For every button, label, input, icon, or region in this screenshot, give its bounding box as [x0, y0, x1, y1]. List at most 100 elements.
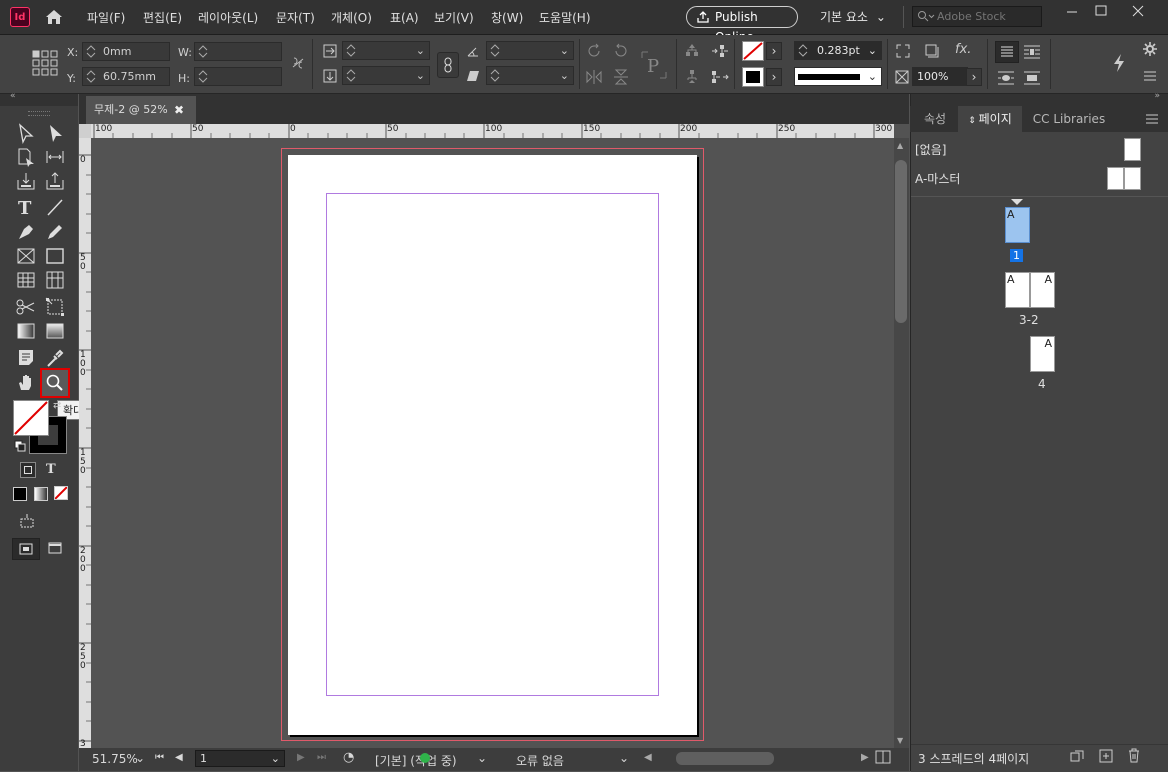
wrap-bounding-box-icon[interactable]	[1021, 42, 1043, 65]
last-page-icon[interactable]: ⏭	[317, 752, 326, 763]
spinner-icon[interactable]	[346, 43, 356, 58]
menu-table[interactable]: 표(A)	[390, 9, 419, 26]
width-field[interactable]	[194, 42, 282, 61]
none-master-thumbnail[interactable]	[1124, 138, 1141, 161]
page-4-label[interactable]: 4	[1038, 377, 1046, 391]
adobe-stock-search[interactable]	[912, 6, 1042, 27]
chevron-down-icon[interactable]: ⌄	[477, 751, 487, 765]
scroll-up-icon[interactable]: ▲	[897, 141, 903, 150]
next-page-icon[interactable]: ▶	[297, 752, 305, 763]
fill-menu-chevron-icon[interactable]: ›	[766, 42, 782, 60]
tab-pages[interactable]: ⇕ 페이지	[958, 106, 1022, 132]
free-transform-tool-icon[interactable]	[44, 296, 66, 318]
ruler-origin[interactable]	[79, 124, 91, 138]
settings-gear-icon[interactable]	[1143, 42, 1157, 59]
document-tab[interactable]: 무제-2 @ 52% ✖	[86, 96, 196, 124]
menu-view[interactable]: 보기(V)	[434, 9, 474, 26]
spinner-icon[interactable]	[490, 68, 500, 83]
horizontal-ruler[interactable]: 100 50 0 50 100 150 200 250 300	[91, 124, 894, 139]
select-container-icon[interactable]	[684, 43, 700, 62]
shear-angle-field[interactable]: ⌄	[486, 66, 574, 85]
previous-page-icon[interactable]: ◀	[175, 752, 183, 763]
collapse-icon[interactable]: «	[10, 91, 16, 101]
rotate-counterclockwise-icon[interactable]	[612, 42, 630, 63]
select-content-icon[interactable]	[684, 69, 700, 88]
drop-shadow-icon[interactable]	[924, 43, 940, 62]
preflight-profile[interactable]: [기본] (작업 중)	[375, 752, 457, 769]
rectangle-frame-tool-icon[interactable]	[15, 245, 37, 267]
menu-type[interactable]: 문자(T)	[276, 9, 315, 26]
chevron-down-icon[interactable]: ⌄	[416, 67, 425, 84]
rotate-clockwise-icon[interactable]	[585, 42, 603, 63]
corner-options-icon[interactable]	[895, 43, 911, 62]
panel-menu-icon[interactable]	[1143, 70, 1157, 85]
opacity-menu-chevron-icon[interactable]: ›	[966, 68, 982, 86]
spinner-icon[interactable]	[86, 69, 96, 84]
tab-cc-libraries[interactable]: CC Libraries	[1024, 106, 1114, 132]
preflight-icon[interactable]: ◔	[343, 750, 354, 765]
stroke-weight-field[interactable]: 0.283pt ⌄	[794, 41, 882, 60]
chevron-down-icon[interactable]: ⌄	[868, 68, 877, 85]
a-master-label[interactable]: A-마스터	[915, 170, 960, 187]
select-next-object-icon[interactable]	[710, 43, 730, 62]
pen-tool-icon[interactable]	[15, 221, 37, 243]
stroke-type-field[interactable]: ⌄	[794, 67, 882, 86]
rotation-angle-field[interactable]: ⌄	[486, 41, 574, 60]
spinner-icon[interactable]	[198, 69, 208, 84]
spread-2-3-label[interactable]: 3-2	[1019, 313, 1039, 327]
grid-layout-tool-icon[interactable]	[44, 269, 66, 291]
line-tool-icon[interactable]	[44, 196, 66, 218]
screen-mode-normal-icon[interactable]	[12, 538, 40, 560]
zoom-level[interactable]: 51.75%	[92, 752, 138, 766]
drag-handle[interactable]	[28, 111, 50, 116]
home-icon[interactable]	[44, 7, 64, 30]
page-3-thumbnail[interactable]: A	[1030, 272, 1055, 308]
scissors-tool-icon[interactable]	[15, 296, 37, 318]
swap-fill-stroke-icon[interactable]: ⇄	[53, 400, 61, 411]
scale-y-field[interactable]: ⌄	[342, 66, 430, 85]
fill-color-box[interactable]	[13, 400, 49, 436]
normal-view-mode-icon[interactable]	[18, 513, 36, 532]
direct-selection-tool-icon[interactable]	[44, 122, 66, 144]
chevron-down-icon[interactable]: ⌄	[560, 42, 569, 59]
scroll-down-icon[interactable]: ▼	[897, 736, 903, 745]
fill-swatch[interactable]	[742, 41, 764, 61]
effects-fx-icon[interactable]: fx.	[955, 42, 971, 57]
formatting-container-icon[interactable]	[20, 462, 36, 478]
note-tool-icon[interactable]	[15, 347, 37, 369]
type-tool-icon[interactable]: T	[15, 196, 37, 219]
chevron-down-icon[interactable]: ⌄	[271, 751, 280, 766]
constrain-proportions-icon[interactable]	[290, 55, 306, 74]
edit-page-size-icon[interactable]	[1069, 749, 1085, 766]
wrap-object-shape-icon[interactable]	[995, 68, 1017, 91]
default-fill-stroke-icon[interactable]	[14, 440, 26, 455]
pencil-tool-icon[interactable]	[44, 221, 66, 243]
table-tool-icon[interactable]	[15, 269, 37, 291]
chevron-down-icon[interactable]: ⌄	[868, 42, 877, 59]
spinner-icon[interactable]	[198, 44, 208, 59]
page-1-thumbnail[interactable]: A	[1005, 207, 1030, 243]
x-position-field[interactable]: 0mm	[82, 42, 170, 61]
page-4-thumbnail[interactable]: A	[1030, 336, 1055, 372]
none-master-label[interactable]: [없음]	[915, 141, 946, 158]
y-position-field[interactable]: 60.75mm	[82, 67, 170, 86]
split-window-icon[interactable]	[875, 750, 891, 767]
apply-color-icon[interactable]	[13, 487, 27, 501]
scroll-left-icon[interactable]: ◀	[644, 752, 652, 763]
gradient-feather-tool-icon[interactable]	[44, 320, 66, 342]
hand-tool-icon[interactable]	[15, 371, 37, 393]
menu-help[interactable]: 도움말(H)	[539, 9, 591, 26]
spinner-icon[interactable]	[346, 68, 356, 83]
text-wrap-none-icon[interactable]	[995, 41, 1019, 63]
minimize-button[interactable]	[1058, 3, 1086, 19]
height-field[interactable]	[194, 67, 282, 86]
new-page-icon[interactable]	[1099, 749, 1113, 766]
gradient-swatch-tool-icon[interactable]	[15, 320, 37, 342]
collapse-icon[interactable]: »	[1154, 91, 1160, 101]
opacity-field[interactable]: 100%	[912, 67, 968, 86]
constrain-scale-icon[interactable]	[437, 52, 459, 78]
reference-point-icon[interactable]	[32, 50, 58, 79]
flip-horizontal-icon[interactable]	[585, 68, 603, 89]
flip-vertical-icon[interactable]	[612, 68, 630, 89]
formatting-text-icon[interactable]: T	[46, 462, 56, 477]
